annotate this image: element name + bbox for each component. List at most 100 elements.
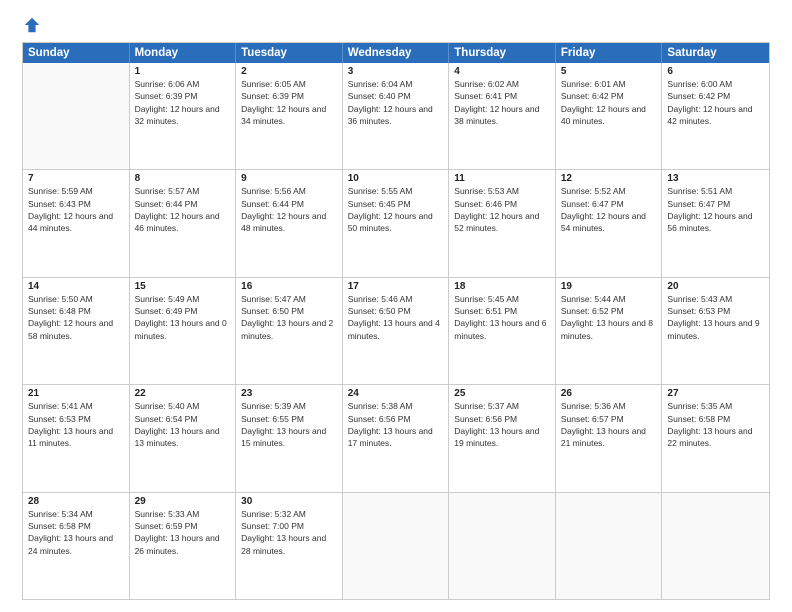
sunrise-text: Sunrise: 6:06 AM [135,78,231,90]
week-row-4: 21Sunrise: 5:41 AMSunset: 6:53 PMDayligh… [23,385,769,492]
sunset-text: Sunset: 6:51 PM [454,305,550,317]
sunrise-text: Sunrise: 5:45 AM [454,293,550,305]
cal-cell [556,493,663,599]
cal-cell: 4Sunrise: 6:02 AMSunset: 6:41 PMDaylight… [449,63,556,169]
sunset-text: Sunset: 6:45 PM [348,198,444,210]
sunrise-text: Sunrise: 5:36 AM [561,400,657,412]
day-number: 29 [135,496,231,507]
day-number: 20 [667,281,764,292]
daylight-text: Daylight: 13 hours and 6 minutes. [454,317,550,342]
cal-cell: 5Sunrise: 6:01 AMSunset: 6:42 PMDaylight… [556,63,663,169]
cal-cell: 13Sunrise: 5:51 AMSunset: 6:47 PMDayligh… [662,170,769,276]
daylight-text: Daylight: 12 hours and 36 minutes. [348,103,444,128]
sunset-text: Sunset: 6:53 PM [28,413,124,425]
day-number: 5 [561,66,657,77]
daylight-text: Daylight: 13 hours and 11 minutes. [28,425,124,450]
day-number: 27 [667,388,764,399]
sunset-text: Sunset: 6:47 PM [667,198,764,210]
sunrise-text: Sunrise: 5:52 AM [561,185,657,197]
day-number: 26 [561,388,657,399]
daylight-text: Daylight: 12 hours and 32 minutes. [135,103,231,128]
sunset-text: Sunset: 6:43 PM [28,198,124,210]
daylight-text: Daylight: 13 hours and 2 minutes. [241,317,337,342]
sunset-text: Sunset: 6:56 PM [348,413,444,425]
day-number: 12 [561,173,657,184]
cal-cell: 15Sunrise: 5:49 AMSunset: 6:49 PMDayligh… [130,278,237,384]
daylight-text: Daylight: 12 hours and 50 minutes. [348,210,444,235]
sunrise-text: Sunrise: 5:38 AM [348,400,444,412]
sunset-text: Sunset: 6:44 PM [135,198,231,210]
sunrise-text: Sunrise: 6:01 AM [561,78,657,90]
sunset-text: Sunset: 6:39 PM [241,90,337,102]
sunset-text: Sunset: 6:44 PM [241,198,337,210]
cal-cell: 14Sunrise: 5:50 AMSunset: 6:48 PMDayligh… [23,278,130,384]
sunset-text: Sunset: 6:55 PM [241,413,337,425]
sunrise-text: Sunrise: 5:35 AM [667,400,764,412]
cal-cell: 25Sunrise: 5:37 AMSunset: 6:56 PMDayligh… [449,385,556,491]
day-number: 15 [135,281,231,292]
sunrise-text: Sunrise: 5:41 AM [28,400,124,412]
calendar: SundayMondayTuesdayWednesdayThursdayFrid… [22,42,770,600]
cal-cell: 6Sunrise: 6:00 AMSunset: 6:42 PMDaylight… [662,63,769,169]
sunset-text: Sunset: 6:56 PM [454,413,550,425]
sunset-text: Sunset: 7:00 PM [241,520,337,532]
week-row-3: 14Sunrise: 5:50 AMSunset: 6:48 PMDayligh… [23,278,769,385]
sunrise-text: Sunrise: 5:51 AM [667,185,764,197]
day-number: 16 [241,281,337,292]
day-number: 1 [135,66,231,77]
sunset-text: Sunset: 6:49 PM [135,305,231,317]
header-cell-saturday: Saturday [662,43,769,63]
sunrise-text: Sunrise: 5:39 AM [241,400,337,412]
day-number: 8 [135,173,231,184]
cal-cell: 29Sunrise: 5:33 AMSunset: 6:59 PMDayligh… [130,493,237,599]
day-number: 19 [561,281,657,292]
daylight-text: Daylight: 13 hours and 21 minutes. [561,425,657,450]
daylight-text: Daylight: 12 hours and 38 minutes. [454,103,550,128]
sunset-text: Sunset: 6:52 PM [561,305,657,317]
sunset-text: Sunset: 6:53 PM [667,305,764,317]
day-number: 18 [454,281,550,292]
day-number: 7 [28,173,124,184]
sunrise-text: Sunrise: 5:59 AM [28,185,124,197]
sunrise-text: Sunrise: 5:46 AM [348,293,444,305]
cal-cell: 9Sunrise: 5:56 AMSunset: 6:44 PMDaylight… [236,170,343,276]
cal-cell: 30Sunrise: 5:32 AMSunset: 7:00 PMDayligh… [236,493,343,599]
day-number: 2 [241,66,337,77]
daylight-text: Daylight: 13 hours and 13 minutes. [135,425,231,450]
sunrise-text: Sunrise: 5:34 AM [28,508,124,520]
day-number: 21 [28,388,124,399]
sunset-text: Sunset: 6:42 PM [667,90,764,102]
sunrise-text: Sunrise: 5:49 AM [135,293,231,305]
cal-cell: 23Sunrise: 5:39 AMSunset: 6:55 PMDayligh… [236,385,343,491]
cal-cell: 21Sunrise: 5:41 AMSunset: 6:53 PMDayligh… [23,385,130,491]
sunrise-text: Sunrise: 5:47 AM [241,293,337,305]
header-cell-tuesday: Tuesday [236,43,343,63]
daylight-text: Daylight: 13 hours and 22 minutes. [667,425,764,450]
daylight-text: Daylight: 12 hours and 54 minutes. [561,210,657,235]
day-number: 9 [241,173,337,184]
cal-cell [449,493,556,599]
day-number: 17 [348,281,444,292]
sunset-text: Sunset: 6:50 PM [348,305,444,317]
daylight-text: Daylight: 12 hours and 56 minutes. [667,210,764,235]
sunrise-text: Sunrise: 5:43 AM [667,293,764,305]
day-number: 4 [454,66,550,77]
daylight-text: Daylight: 13 hours and 26 minutes. [135,532,231,557]
sunset-text: Sunset: 6:42 PM [561,90,657,102]
cal-cell [343,493,450,599]
page: SundayMondayTuesdayWednesdayThursdayFrid… [0,0,792,612]
sunset-text: Sunset: 6:41 PM [454,90,550,102]
sunset-text: Sunset: 6:39 PM [135,90,231,102]
header-cell-monday: Monday [130,43,237,63]
calendar-body: 1Sunrise: 6:06 AMSunset: 6:39 PMDaylight… [23,63,769,599]
day-number: 24 [348,388,444,399]
day-number: 30 [241,496,337,507]
week-row-2: 7Sunrise: 5:59 AMSunset: 6:43 PM Daylight… [23,170,769,277]
daylight-text: Daylight: 12 hours and 52 minutes. [454,210,550,235]
logo [22,18,41,34]
cal-cell: 27Sunrise: 5:35 AMSunset: 6:58 PMDayligh… [662,385,769,491]
sunrise-text: Sunrise: 5:55 AM [348,185,444,197]
day-number: 14 [28,281,124,292]
sunrise-text: Sunrise: 5:57 AM [135,185,231,197]
sunset-text: Sunset: 6:58 PM [667,413,764,425]
